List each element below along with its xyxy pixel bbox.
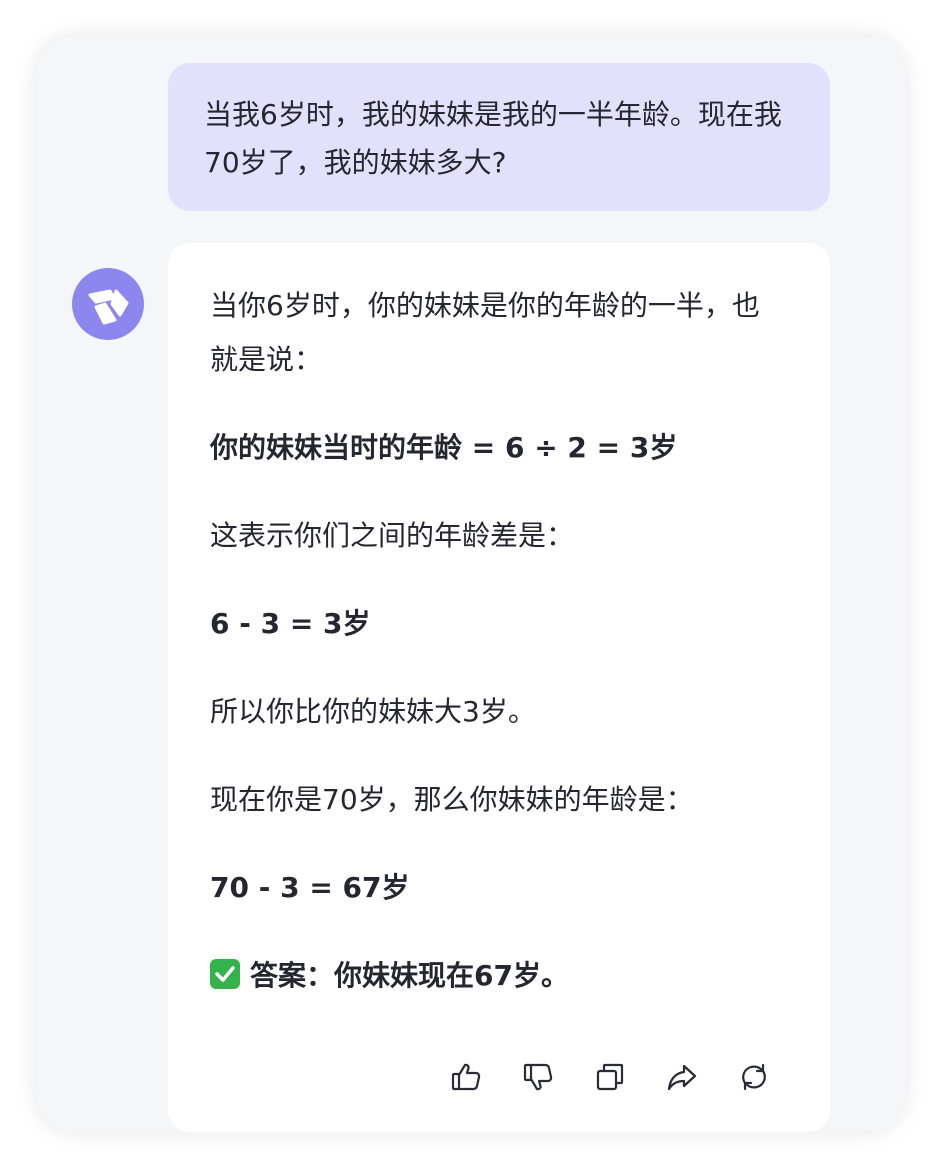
- answer-paragraph: 现在你是70岁，那么你妹妹的年龄是：: [210, 783, 694, 816]
- chat-window: 当我6岁时，我的妹妹是我的一半年龄。现在我70岁了，我的妹妹多大? 当你6岁时，…: [36, 36, 906, 1132]
- thumbs-up-button[interactable]: [446, 1057, 486, 1097]
- copy-button[interactable]: [590, 1057, 630, 1097]
- regenerate-button[interactable]: [734, 1057, 774, 1097]
- user-message-text: 当我6岁时，我的妹妹是我的一半年龄。现在我70岁了，我的妹妹多大?: [204, 98, 782, 179]
- share-icon: [667, 1064, 697, 1091]
- answer-equation: 6 - 3 = 3岁: [210, 607, 371, 640]
- answer-paragraph: 当你6岁时，你的妹妹是你的年龄的一半，也就是说：: [210, 289, 760, 376]
- answer-paragraph: 这表示你们之间的年龄差是：: [210, 519, 575, 552]
- regenerate-icon: [742, 1063, 766, 1091]
- copy-icon: [596, 1063, 624, 1091]
- answer-equation: 70 - 3 = 67岁: [210, 871, 410, 904]
- thumbs-down-button[interactable]: [518, 1057, 558, 1097]
- final-answer-text: 答案：你妹妹现在67岁。: [250, 959, 569, 992]
- message-action-bar: [446, 1057, 782, 1097]
- share-button[interactable]: [662, 1057, 702, 1097]
- user-message-bubble: 当我6岁时，我的妹妹是我的一半年龄。现在我70岁了，我的妹妹多大?: [168, 63, 830, 211]
- thumbs-up-icon: [451, 1063, 481, 1091]
- answer-paragraph: 所以你比你的妹妹大3岁。: [210, 695, 536, 728]
- assistant-answer-card: 当你6岁时，你的妹妹是你的年龄的一半，也就是说： 你的妹妹当时的年龄 = 6 ÷…: [168, 243, 830, 1132]
- check-mark-icon: [210, 959, 240, 989]
- thumbs-down-icon: [523, 1063, 553, 1091]
- assistant-avatar: [72, 268, 144, 340]
- final-answer: 答案：你妹妹现在67岁。: [210, 949, 790, 1003]
- answer-equation: 你的妹妹当时的年龄 = 6 ÷ 2 = 3岁: [210, 431, 678, 464]
- assistant-logo-icon: [88, 289, 129, 325]
